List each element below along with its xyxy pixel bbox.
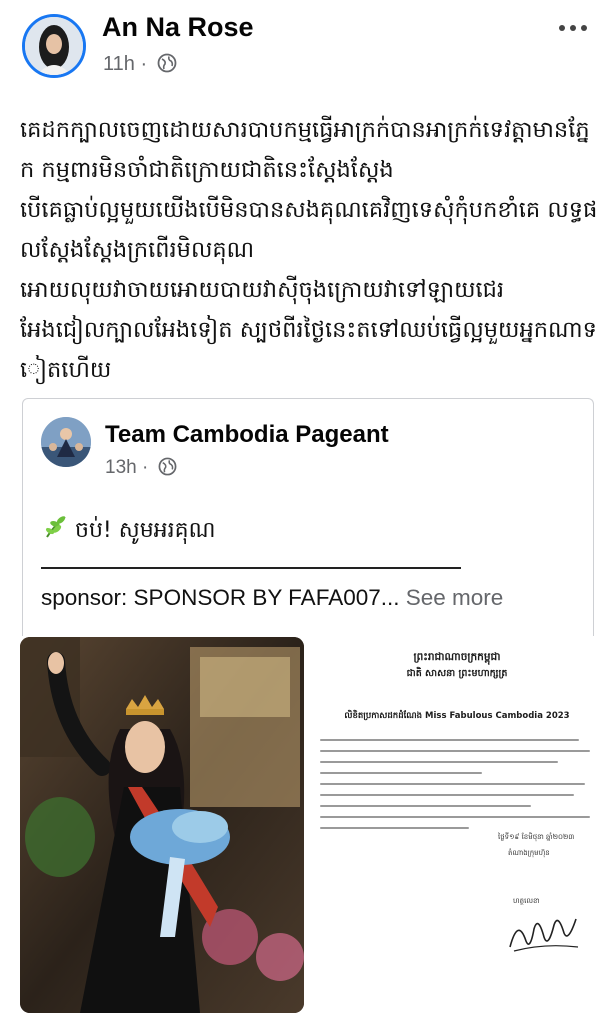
doc-kingdom-title: ព្រះរាជាណាចក្រកម្ពុជា bbox=[413, 651, 501, 663]
globe-icon bbox=[158, 457, 177, 482]
shared-post-time[interactable]: 13h bbox=[105, 457, 137, 478]
post-meta: 11h · bbox=[103, 53, 177, 79]
see-more-link[interactable]: See more bbox=[406, 585, 504, 610]
sponsor-text: sponsor: SPONSOR BY FAFA007... bbox=[41, 585, 400, 610]
more-options-icon[interactable] bbox=[553, 16, 593, 40]
page-avatar[interactable] bbox=[41, 417, 91, 467]
shared-post-meta: 13h · bbox=[105, 457, 177, 482]
doc-heading: លិខិតប្រកាសដកដំណែង Miss Fabulous Cambodi… bbox=[344, 711, 570, 721]
shared-post-line1: ចប់! សូមអរគុណ bbox=[75, 518, 216, 543]
doc-signer: តំណាងក្រុមហ៊ុន bbox=[508, 849, 550, 857]
doc-body-lines bbox=[320, 739, 590, 838]
shared-post-card[interactable]: Team Cambodia Pageant 13h · ចប់! សូមអរគុ… bbox=[22, 398, 594, 636]
announcement-document[interactable]: ព្រះរាជាណាចក្រកម្ពុជា ជាតិ សាសនា ព្រះមហា… bbox=[308, 637, 606, 1013]
doc-signature-label: ហត្ថលេខា bbox=[513, 897, 540, 905]
post-header: An Na Rose 11h · bbox=[0, 0, 616, 90]
doc-motto: ជាតិ សាសនា ព្រះមហាក្សត្រ bbox=[406, 668, 508, 679]
globe-icon bbox=[157, 53, 177, 79]
post-text: គេដកក្បាលចេញដោយសារបាបកម្មធ្វើអាក្រក់បានអ… bbox=[20, 117, 598, 383]
herb-icon bbox=[41, 511, 71, 547]
winner-photo[interactable] bbox=[20, 637, 304, 1013]
author-avatar[interactable] bbox=[22, 14, 86, 78]
page-name[interactable]: Team Cambodia Pageant bbox=[105, 421, 389, 449]
signature-icon bbox=[504, 907, 584, 961]
author-name[interactable]: An Na Rose bbox=[102, 12, 254, 43]
shared-post-sponsor: sponsor: SPONSOR BY FAFA007... See more bbox=[41, 585, 503, 611]
doc-date: ថ្ងៃទី១៩ ខែមិថុនា ឆ្នាំ២០២៣ bbox=[498, 833, 575, 841]
post-time[interactable]: 11h bbox=[103, 53, 135, 75]
divider-line bbox=[41, 567, 461, 569]
shared-post-text: ចប់! សូមអរគុណ bbox=[41, 511, 215, 548]
